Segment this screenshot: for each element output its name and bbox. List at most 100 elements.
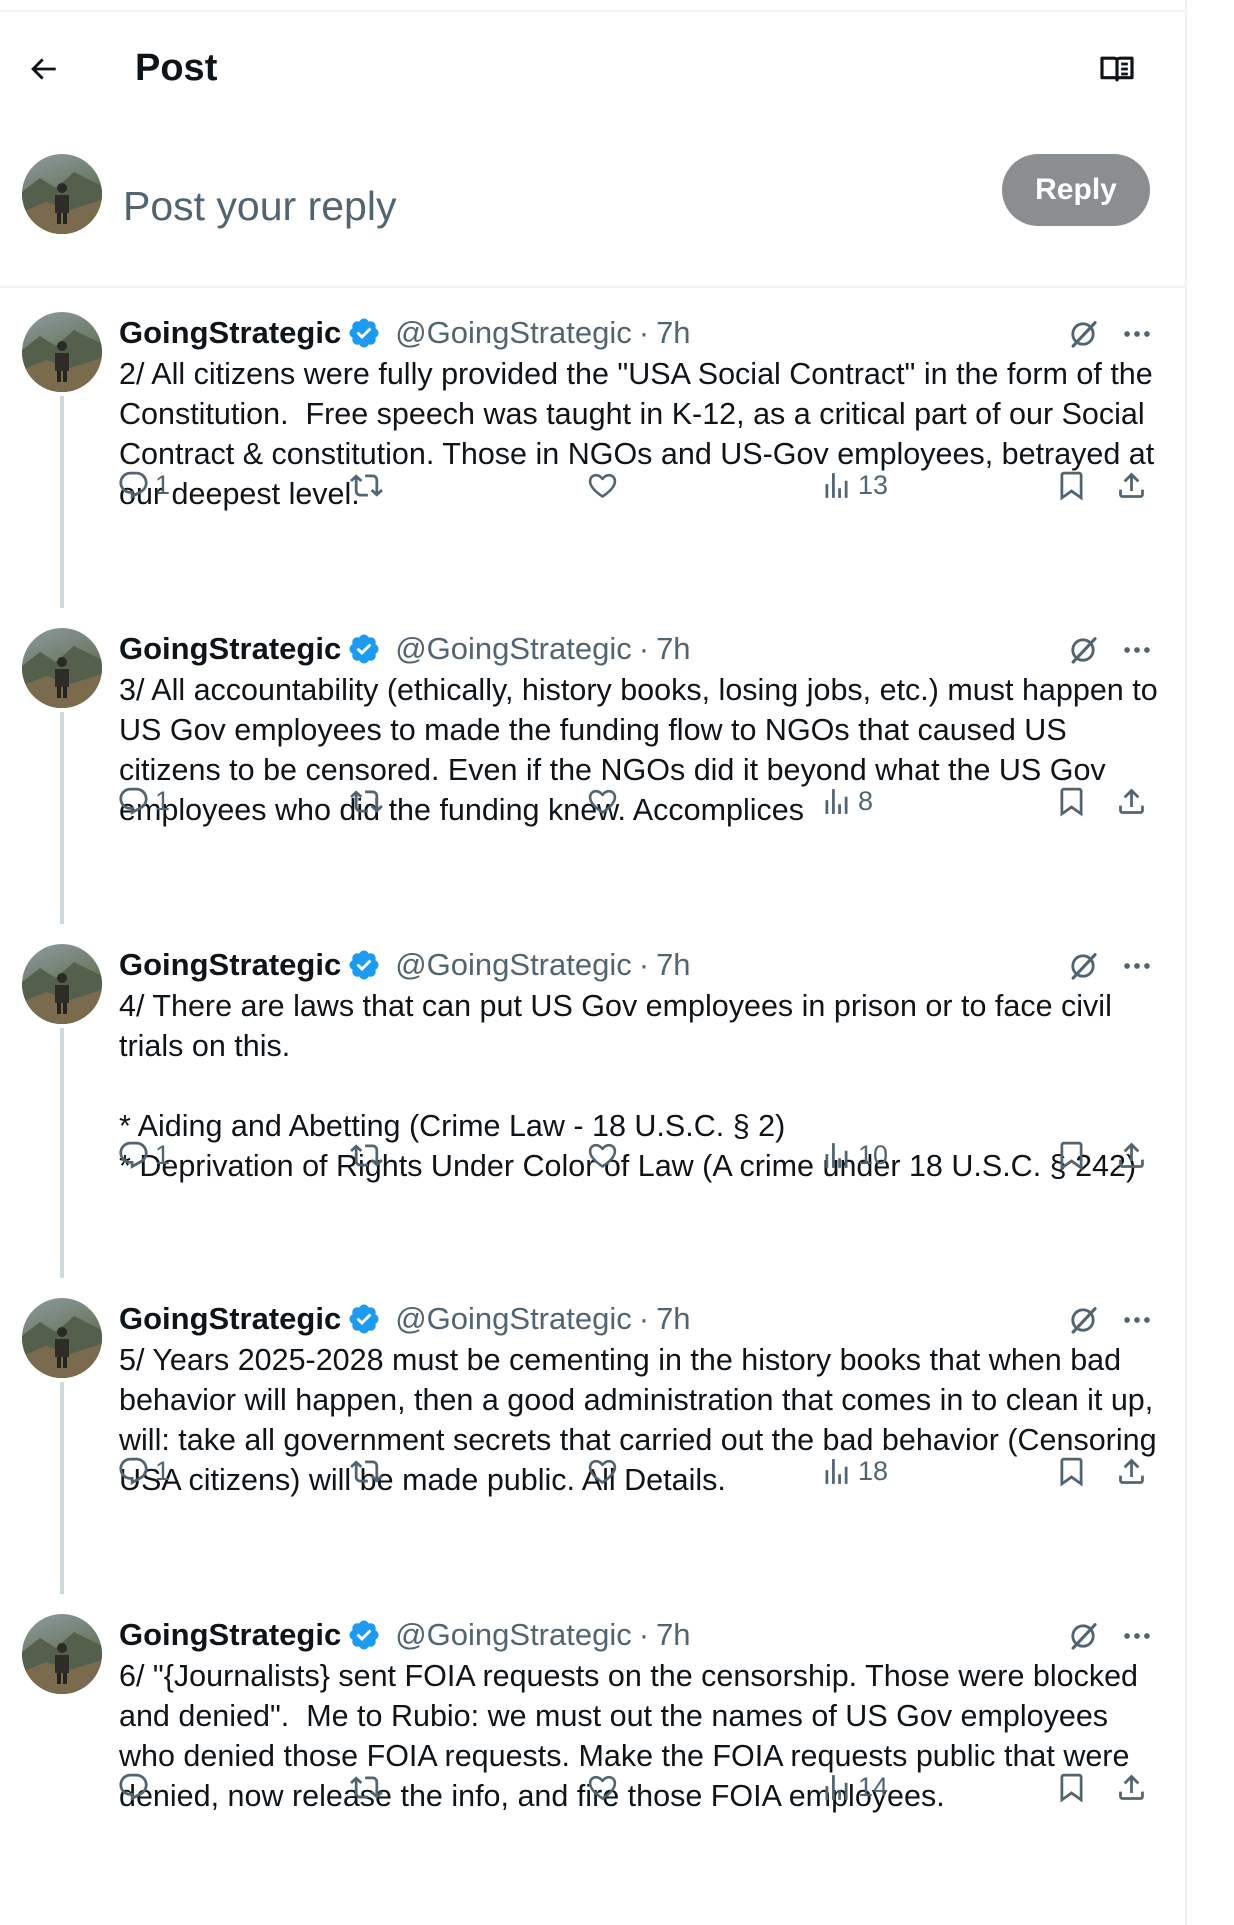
reply-button[interactable]: Reply (1002, 154, 1150, 226)
reply-icon (119, 1141, 148, 1169)
more-button[interactable] (1114, 1299, 1160, 1341)
share-icon (1119, 788, 1144, 814)
grok-icon (1071, 1307, 1097, 1334)
repost-action[interactable] (350, 460, 388, 510)
like-action[interactable] (586, 1762, 624, 1812)
views-action[interactable]: 10 (820, 1130, 888, 1180)
more-button[interactable] (1114, 629, 1160, 671)
separator-dot: · (638, 315, 650, 350)
more-button[interactable] (1114, 313, 1160, 355)
reader-mode-button[interactable] (1094, 46, 1140, 92)
views-action[interactable]: 8 (820, 776, 873, 826)
post-time[interactable]: 7h (656, 1614, 690, 1656)
author-handle[interactable]: @GoingStrategic (395, 312, 632, 354)
tweet-header: GoingStrategic @GoingStrategic · 7h (119, 1298, 691, 1340)
author-handle[interactable]: @GoingStrategic (395, 1298, 632, 1340)
more-button[interactable] (1114, 1615, 1160, 1657)
grok-icon (1071, 1623, 1097, 1650)
tweet[interactable]: GoingStrategic @GoingStrategic · 7h 3/ All a… (0, 608, 1187, 924)
bookmark-action[interactable] (1055, 776, 1088, 826)
avatar[interactable] (22, 154, 102, 234)
like-icon (588, 789, 617, 814)
grok-button[interactable] (1062, 1299, 1104, 1341)
bookmark-action[interactable] (1055, 1762, 1088, 1812)
more-icon (1124, 647, 1150, 653)
post-time[interactable]: 7h (656, 628, 690, 670)
post-time[interactable]: 7h (656, 1298, 690, 1340)
reply-action[interactable] (117, 1762, 155, 1812)
verified-badge[interactable] (347, 316, 381, 350)
grok-button[interactable] (1062, 629, 1104, 671)
share-action[interactable] (1115, 1762, 1148, 1812)
repost-action[interactable] (350, 1130, 388, 1180)
reply-action[interactable]: 1 (117, 776, 170, 826)
like-action[interactable] (586, 776, 624, 826)
repost-action[interactable] (350, 1762, 388, 1812)
grok-button[interactable] (1062, 1615, 1104, 1657)
more-button[interactable] (1114, 945, 1160, 987)
reply-count: 1 (155, 1455, 171, 1486)
verified-badge[interactable] (347, 1302, 381, 1336)
avatar[interactable] (22, 312, 102, 392)
author-name[interactable]: GoingStrategic (119, 312, 341, 354)
tweet[interactable]: GoingStrategic @GoingStrategic · 7h 2/ All c… (0, 292, 1187, 608)
share-action[interactable] (1115, 460, 1148, 510)
author-name[interactable]: GoingStrategic (119, 1298, 341, 1340)
repost-icon (350, 789, 383, 813)
verified-badge[interactable] (347, 948, 381, 982)
post-time[interactable]: 7h (656, 944, 690, 986)
tweet[interactable]: GoingStrategic @GoingStrategic · 7h 5/ Years… (0, 1278, 1187, 1594)
post-time[interactable]: 7h (656, 312, 690, 354)
avatar[interactable] (22, 1614, 102, 1694)
repost-icon (350, 473, 383, 497)
views-icon (825, 1774, 848, 1800)
like-icon (588, 1143, 617, 1168)
tweet[interactable]: GoingStrategic @GoingStrategic · 7h 6/ "{Jou… (0, 1594, 1187, 1894)
action-bar: 1 10 (0, 1130, 1187, 1180)
like-action[interactable] (586, 1446, 624, 1496)
views-icon (825, 472, 848, 498)
bookmark-action[interactable] (1055, 460, 1088, 510)
reply-action[interactable]: 1 (117, 1130, 170, 1180)
avatar[interactable] (22, 1298, 102, 1378)
author-handle[interactable]: @GoingStrategic (395, 1614, 632, 1656)
like-action[interactable] (586, 1130, 624, 1180)
avatar[interactable] (22, 944, 102, 1024)
share-action[interactable] (1115, 1446, 1148, 1496)
avatar[interactable] (22, 628, 102, 708)
like-icon (588, 473, 617, 498)
bookmark-action[interactable] (1055, 1130, 1088, 1180)
author-handle[interactable]: @GoingStrategic (395, 628, 632, 670)
repost-action[interactable] (350, 1446, 388, 1496)
grok-button[interactable] (1062, 945, 1104, 987)
reply-input[interactable] (123, 168, 943, 244)
grok-button[interactable] (1062, 313, 1104, 355)
views-icon (825, 1458, 848, 1484)
share-action[interactable] (1115, 1130, 1148, 1180)
verified-badge[interactable] (347, 632, 381, 666)
author-name[interactable]: GoingStrategic (119, 1614, 341, 1656)
share-action[interactable] (1115, 776, 1148, 826)
reply-action[interactable]: 1 (117, 460, 170, 510)
repost-icon (350, 1775, 383, 1799)
like-action[interactable] (586, 460, 624, 510)
views-action[interactable]: 14 (820, 1762, 888, 1812)
repost-action[interactable] (350, 776, 388, 826)
back-button[interactable] (20, 46, 66, 92)
reply-action[interactable]: 1 (117, 1446, 170, 1496)
author-handle[interactable]: @GoingStrategic (395, 944, 632, 986)
bookmark-icon (1060, 787, 1083, 817)
views-count: 18 (858, 1455, 889, 1486)
repost-icon (350, 1459, 383, 1483)
views-action[interactable]: 13 (820, 460, 888, 510)
author-name[interactable]: GoingStrategic (119, 944, 341, 986)
tweet-header: GoingStrategic @GoingStrategic · 7h (119, 628, 691, 670)
tweet[interactable]: GoingStrategic @GoingStrategic · 7h 4/ There… (0, 924, 1187, 1278)
author-name[interactable]: GoingStrategic (119, 628, 341, 670)
reply-icon (119, 1773, 148, 1801)
views-action[interactable]: 18 (820, 1446, 888, 1496)
separator-dot: · (638, 1301, 650, 1336)
bookmark-action[interactable] (1055, 1446, 1088, 1496)
more-icon (1124, 331, 1150, 337)
verified-badge[interactable] (347, 1618, 381, 1652)
